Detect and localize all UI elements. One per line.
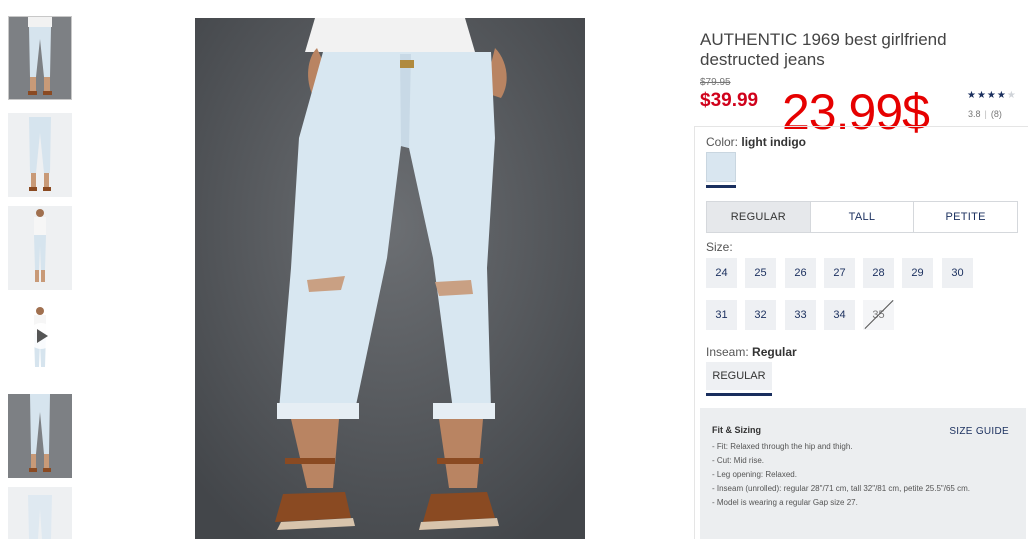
size-button-25[interactable]: 25 xyxy=(745,258,776,288)
list-item: - Inseam (unrolled): regular 28"/71 cm, … xyxy=(712,484,970,493)
size-label: Size: xyxy=(706,240,733,254)
inseam-label: Inseam: Regular xyxy=(706,345,797,359)
rating-stars[interactable]: ★★★★★ xyxy=(967,90,1017,101)
fit-details-list: - Fit: Relaxed through the hip and thigh… xyxy=(712,441,1002,511)
list-item: - Cut: Mid rise. xyxy=(712,456,765,465)
inseam-label-text: Inseam: xyxy=(706,345,749,359)
sale-price: $39.99 xyxy=(700,90,759,111)
size-guide-link[interactable]: SIZE GUIDE xyxy=(949,426,1009,437)
size-button-34[interactable]: 34 xyxy=(824,300,855,330)
tab-petite[interactable]: PETITE xyxy=(914,202,1017,232)
jeans-detail-thumbnail-image xyxy=(29,394,51,472)
thumbnail-video[interactable] xyxy=(8,301,72,385)
fit-sizing-section: Fit & Sizing SIZE GUIDE - Fit: Relaxed t… xyxy=(700,408,1026,539)
size-button-24[interactable]: 24 xyxy=(706,258,737,288)
inseam-value: Regular xyxy=(752,345,797,359)
size-button-28[interactable]: 28 xyxy=(863,258,894,288)
color-value: light indigo xyxy=(741,135,807,149)
rating-separator: | xyxy=(984,109,987,119)
jeans-model-image xyxy=(195,18,585,539)
size-button-33[interactable]: 33 xyxy=(785,300,816,330)
thumbnail-2[interactable] xyxy=(8,113,72,197)
fit-sizing-title: Fit & Sizing xyxy=(712,425,761,435)
list-item: - Fit: Relaxed through the hip and thigh… xyxy=(712,442,853,451)
inseam-regular-button[interactable]: REGULAR xyxy=(706,362,772,390)
size-button-27[interactable]: 27 xyxy=(824,258,855,288)
selected-inseam-indicator xyxy=(706,393,772,396)
tab-regular[interactable]: REGULAR xyxy=(707,202,811,232)
star-empty-icon: ★ xyxy=(1006,90,1017,101)
size-button-30[interactable]: 30 xyxy=(942,258,973,288)
fit-tabs: REGULAR TALL PETITE xyxy=(706,201,1018,233)
original-price: $79.95 xyxy=(700,77,731,88)
selected-swatch-indicator xyxy=(706,185,736,188)
thumbnail-3[interactable] xyxy=(8,206,72,290)
play-icon[interactable] xyxy=(28,323,54,349)
thumbnail-5[interactable] xyxy=(8,394,72,478)
color-label-text: Color: xyxy=(706,135,739,149)
model-full-thumbnail-image xyxy=(34,209,46,282)
thumbnail-1[interactable] xyxy=(8,16,72,100)
jeans-back-thumbnail-image xyxy=(29,117,51,191)
tab-tall[interactable]: TALL xyxy=(811,202,915,232)
star-filled-icon: ★★★★ xyxy=(967,90,1007,101)
size-button-32[interactable]: 32 xyxy=(745,300,776,330)
color-swatch-light-indigo[interactable] xyxy=(706,152,736,182)
size-button-31[interactable]: 31 xyxy=(706,300,737,330)
size-button-35-unavailable[interactable]: 35 xyxy=(863,300,894,330)
rating-summary[interactable]: 3.8 | (8) xyxy=(968,109,1002,119)
thumbnail-6[interactable] xyxy=(8,487,72,539)
jeans-flat-thumbnail-image xyxy=(28,495,52,539)
color-label: Color: light indigo xyxy=(706,135,806,149)
size-button-29[interactable]: 29 xyxy=(902,258,933,288)
rating-value: 3.8 xyxy=(968,109,981,119)
list-item: - Model is wearing a regular Gap size 27… xyxy=(712,498,858,507)
product-title: AUTHENTIC 1969 best girlfriend destructe… xyxy=(700,30,947,69)
list-item: - Leg opening: Relaxed. xyxy=(712,470,797,479)
rating-count: (8) xyxy=(990,109,1002,119)
main-product-image[interactable] xyxy=(195,18,585,539)
size-button-26[interactable]: 26 xyxy=(785,258,816,288)
jeans-thumbnail-image xyxy=(28,17,52,95)
